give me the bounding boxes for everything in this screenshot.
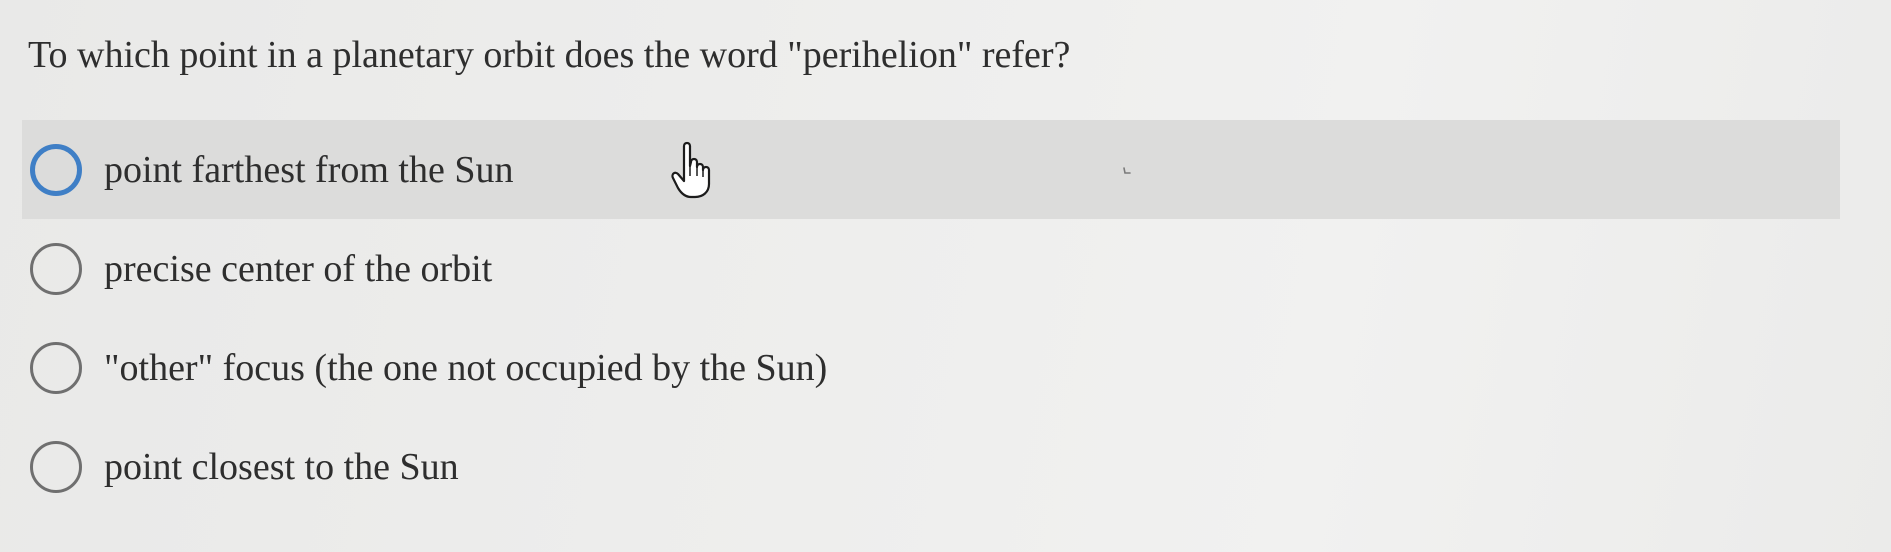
radio-button[interactable] — [30, 143, 82, 196]
option-other-focus[interactable]: "other" focus (the one not occupied by t… — [22, 318, 1840, 417]
option-farthest[interactable]: point farthest from the Sun — [22, 120, 1840, 219]
option-center[interactable]: precise center of the orbit — [22, 219, 1840, 318]
option-label: precise center of the orbit — [104, 247, 493, 290]
option-closest[interactable]: point closest to the Sun — [22, 417, 1840, 516]
option-label: "other" focus (the one not occupied by t… — [104, 346, 828, 389]
radio-button[interactable] — [30, 242, 82, 295]
screen-speck-icon — [1123, 167, 1131, 174]
option-label: point closest to the Sun — [104, 445, 459, 488]
hand-pointer-icon — [671, 141, 711, 199]
option-label: point farthest from the Sun — [104, 148, 514, 191]
question-text: To which point in a planetary orbit does… — [28, 34, 1071, 76]
answer-options: point farthest from the Sun precise cent… — [22, 120, 1840, 516]
radio-button[interactable] — [30, 440, 82, 493]
radio-button[interactable] — [30, 341, 82, 394]
